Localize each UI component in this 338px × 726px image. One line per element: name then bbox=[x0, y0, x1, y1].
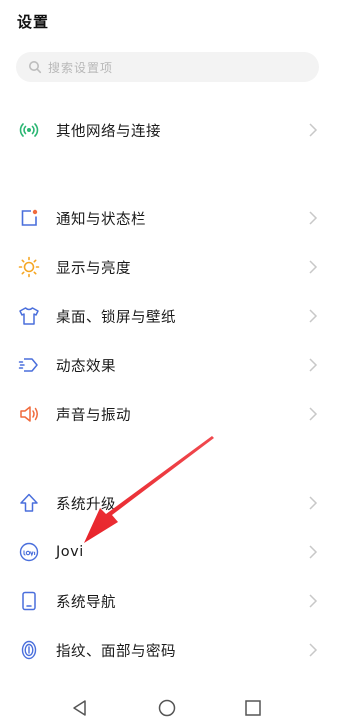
settings-item-label: 指纹、面部与密码 bbox=[56, 643, 176, 660]
sound-icon bbox=[18, 403, 40, 425]
chevron-right-icon bbox=[309, 407, 318, 421]
settings-item-wallpaper[interactable]: 桌面、锁屏与壁纸 bbox=[0, 294, 338, 338]
chevron-right-icon bbox=[309, 643, 318, 657]
search-placeholder: 搜索设置项 bbox=[48, 60, 114, 75]
wallpaper-icon bbox=[18, 305, 40, 327]
page-title: 设置 bbox=[17, 13, 50, 31]
system-navigation-icon bbox=[18, 590, 40, 612]
chevron-right-icon bbox=[309, 358, 318, 372]
settings-screen: 设置 搜索设置项 其他网络与连接 通知与状态栏 显示与亮度 桌面、锁屏与壁纸 动… bbox=[0, 0, 338, 726]
search-icon bbox=[29, 61, 42, 74]
system-upgrade-icon bbox=[18, 492, 40, 514]
chevron-right-icon bbox=[309, 260, 318, 274]
brightness-icon bbox=[18, 256, 40, 278]
chevron-right-icon bbox=[309, 545, 318, 559]
chevron-right-icon bbox=[309, 211, 318, 225]
notification-icon bbox=[18, 207, 40, 229]
chevron-right-icon bbox=[309, 496, 318, 510]
settings-item-notification[interactable]: 通知与状态栏 bbox=[0, 196, 338, 240]
settings-item-fingerprint[interactable]: 指纹、面部与密码 bbox=[0, 628, 338, 672]
settings-item-motion-effects[interactable]: 动态效果 bbox=[0, 343, 338, 387]
settings-item-display[interactable]: 显示与亮度 bbox=[0, 245, 338, 289]
settings-item-label: 显示与亮度 bbox=[56, 260, 131, 277]
back-icon[interactable] bbox=[70, 698, 90, 718]
settings-item-system-upgrade[interactable]: 系统升级 bbox=[0, 481, 338, 525]
settings-item-label: 系统导航 bbox=[56, 594, 116, 611]
settings-item-system-navigation[interactable]: 系统导航 bbox=[0, 579, 338, 623]
settings-item-other-network[interactable]: 其他网络与连接 bbox=[0, 108, 338, 152]
settings-item-label: 系统升级 bbox=[56, 496, 116, 513]
chevron-right-icon bbox=[309, 309, 318, 323]
settings-item-label: 通知与状态栏 bbox=[56, 211, 146, 228]
settings-item-label: 动态效果 bbox=[56, 358, 116, 375]
jovi-icon bbox=[18, 541, 40, 563]
chevron-right-icon bbox=[309, 594, 318, 608]
settings-item-label: 桌面、锁屏与壁纸 bbox=[56, 309, 176, 326]
settings-item-label: Jovi bbox=[56, 544, 84, 560]
settings-item-label: 其他网络与连接 bbox=[56, 123, 161, 140]
settings-item-label: 声音与振动 bbox=[56, 407, 131, 424]
chevron-right-icon bbox=[309, 123, 318, 137]
search-input[interactable]: 搜索设置项 bbox=[16, 52, 319, 82]
home-icon[interactable] bbox=[157, 698, 177, 718]
settings-item-sound[interactable]: 声音与振动 bbox=[0, 392, 338, 436]
settings-item-jovi[interactable]: Jovi bbox=[0, 530, 338, 574]
network-connection-icon bbox=[18, 119, 40, 141]
navigation-bar bbox=[0, 688, 338, 726]
fingerprint-icon bbox=[18, 639, 40, 661]
motion-effects-icon bbox=[18, 354, 40, 376]
recents-icon[interactable] bbox=[243, 698, 263, 718]
